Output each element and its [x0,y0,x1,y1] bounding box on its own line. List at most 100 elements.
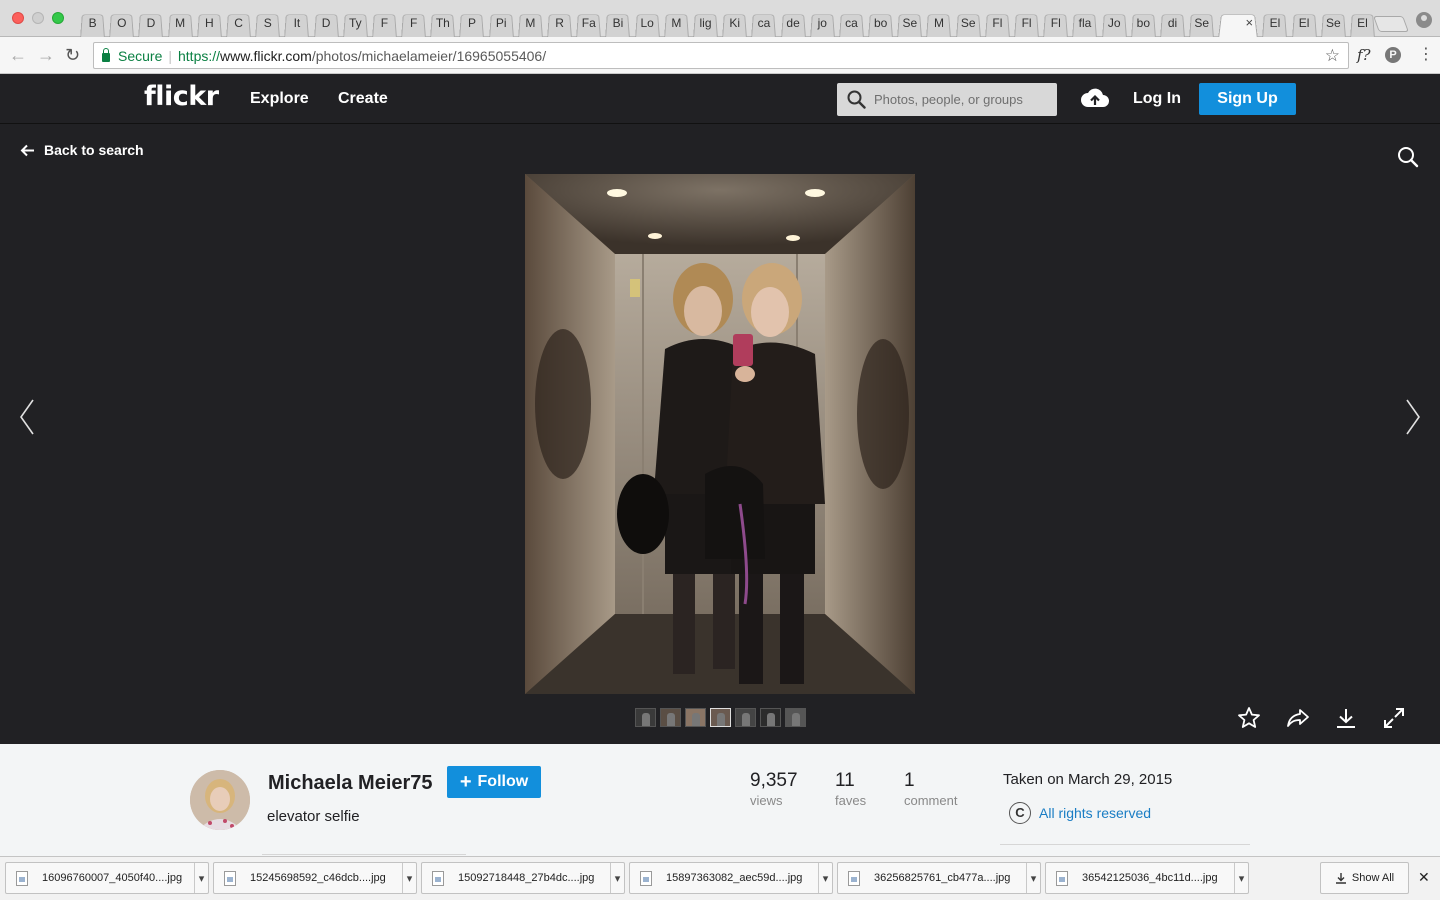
new-tab-button[interactable] [1373,16,1409,32]
download-item[interactable]: 15092718448_27b4dc....jpg ▾ [421,862,625,894]
browser-tab[interactable]: D [136,8,165,37]
previous-photo-icon[interactable] [18,398,36,436]
browser-tab[interactable]: Lo [633,8,662,37]
share-arrow-icon[interactable] [1286,706,1310,730]
browser-tab[interactable]: di [1158,8,1187,37]
login-link[interactable]: Log In [1133,90,1181,108]
reload-icon[interactable]: ↻ [65,45,80,65]
back-arrow-icon[interactable]: ← [9,45,27,65]
browser-tab[interactable]: El [1348,8,1377,37]
fave-star-icon[interactable] [1237,706,1261,730]
avatar[interactable] [190,770,250,830]
license-info[interactable]: C All rights reserved [1009,802,1151,824]
upload-cloud-icon[interactable] [1080,86,1110,110]
search-input[interactable] [874,92,1044,107]
window-close-button[interactable] [12,12,24,24]
browser-tab[interactable]: de [779,8,808,37]
download-item[interactable]: 15897363082_aec59d....jpg ▾ [629,862,833,894]
browser-tab[interactable]: lig [691,8,720,37]
next-photo-icon[interactable] [1404,398,1422,436]
browser-tab[interactable]: Se [1187,8,1216,37]
browser-tab[interactable]: Ki [720,8,749,37]
follow-button[interactable]: + Follow [447,766,541,798]
browser-menu-icon[interactable]: ⋮ [1418,45,1434,65]
browser-tab[interactable]: Se [954,8,983,37]
thumbnail[interactable] [785,708,806,727]
forward-arrow-icon[interactable]: → [37,45,55,65]
signup-button[interactable]: Sign Up [1199,83,1296,115]
main-photo[interactable] [525,174,915,694]
browser-tab[interactable]: C [224,8,253,37]
download-item[interactable]: 36542125036_4bc11d....jpg ▾ [1045,862,1249,894]
tab-close-icon[interactable]: × [1246,15,1254,30]
back-to-search-link[interactable]: Back to search [20,142,144,158]
browser-tab[interactable]: S [253,8,282,37]
browser-tab[interactable]: Se [895,8,924,37]
browser-tab[interactable]: fla [1070,8,1099,37]
pinterest-extension-icon[interactable]: P [1385,47,1401,63]
browser-tab[interactable]: B [78,8,107,37]
close-shelf-icon[interactable]: ✕ [1418,869,1430,886]
browser-tab[interactable]: ca [749,8,778,37]
browser-tab[interactable]: M [166,8,195,37]
window-maximize-button[interactable] [52,12,64,24]
chevron-down-icon[interactable]: ▾ [1026,863,1040,893]
thumbnail[interactable] [735,708,756,727]
browser-tab-active[interactable]: × [1216,8,1260,37]
browser-tab[interactable]: Bi [603,8,632,37]
browser-tab[interactable]: Th [428,8,457,37]
address-bar[interactable]: Secure | https://www.flickr.com/photos/m… [93,42,1349,69]
fullscreen-icon[interactable] [1382,706,1406,730]
browser-tab[interactable]: bo [866,8,895,37]
chevron-down-icon[interactable]: ▾ [1234,863,1248,893]
download-icon[interactable] [1334,706,1358,730]
download-item[interactable]: 16096760007_4050f40....jpg ▾ [5,862,209,894]
browser-tab[interactable]: Se [1319,8,1348,37]
browser-tab[interactable]: El [1290,8,1319,37]
owner-name[interactable]: Michaela Meier75 [268,772,433,795]
browser-tab[interactable]: ca [837,8,866,37]
thumbnail-current[interactable] [710,708,731,727]
browser-tab[interactable]: F [370,8,399,37]
chevron-down-icon[interactable]: ▾ [194,863,208,893]
browser-tab[interactable]: bo [1129,8,1158,37]
download-item[interactable]: 36256825761_cb477a....jpg ▾ [837,862,1041,894]
nav-create[interactable]: Create [338,90,388,108]
browser-tab[interactable]: H [195,8,224,37]
site-search[interactable] [837,83,1057,116]
nav-explore[interactable]: Explore [250,90,309,108]
flickr-logo[interactable]: flickr [144,81,219,112]
browser-tab[interactable]: El [1260,8,1289,37]
browser-tab[interactable]: Fa [574,8,603,37]
bookmark-star-icon[interactable]: ☆ [1325,46,1340,66]
browser-tab[interactable]: D [312,8,341,37]
browser-tab[interactable]: R [545,8,574,37]
thumbnail[interactable] [760,708,781,727]
browser-tab[interactable]: M [662,8,691,37]
thumbnail[interactable] [635,708,656,727]
browser-tab[interactable]: Pi [487,8,516,37]
browser-tab[interactable]: F [399,8,428,37]
browser-tab[interactable]: M [924,8,953,37]
browser-tab[interactable]: Fl [1041,8,1070,37]
search-icon[interactable] [1397,146,1419,168]
browser-tab[interactable]: It [282,8,311,37]
profile-icon[interactable] [1416,12,1432,28]
browser-tab[interactable]: jo [808,8,837,37]
license-link[interactable]: All rights reserved [1039,805,1151,821]
chevron-down-icon[interactable]: ▾ [610,863,624,893]
download-item[interactable]: 15245698592_c46dcb....jpg ▾ [213,862,417,894]
extension-f-icon[interactable]: f? [1357,46,1371,64]
browser-tab[interactable]: Ty [341,8,370,37]
browser-tab[interactable]: Fl [983,8,1012,37]
thumbnail[interactable] [660,708,681,727]
browser-tab[interactable]: P [457,8,486,37]
browser-tab[interactable]: O [107,8,136,37]
chevron-down-icon[interactable]: ▾ [818,863,832,893]
thumbnail[interactable] [685,708,706,727]
browser-tab[interactable]: Fl [1012,8,1041,37]
browser-tab[interactable]: Jo [1100,8,1129,37]
window-minimize-button[interactable] [32,12,44,24]
show-all-downloads-button[interactable]: Show All [1320,862,1409,894]
browser-tab[interactable]: M [516,8,545,37]
